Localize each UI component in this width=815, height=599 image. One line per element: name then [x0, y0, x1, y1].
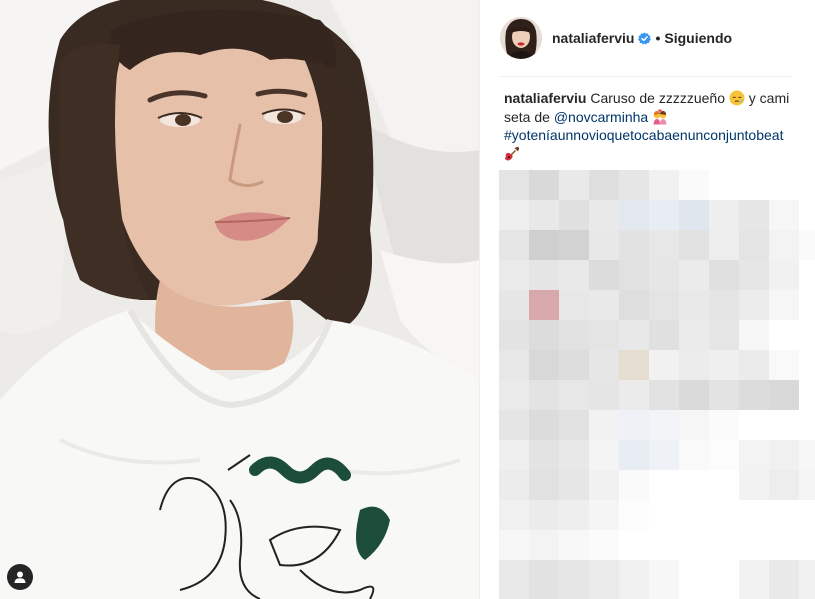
- avatar[interactable]: [500, 17, 542, 59]
- caption-hashtag-link[interactable]: #yoteníaunnovioquetocabaenunconjuntobeat: [504, 127, 783, 143]
- post-caption: nataliaferviu Caruso de zzzzzueño y cami…: [504, 89, 794, 163]
- author-username[interactable]: nataliaferviu: [552, 30, 634, 46]
- user-silhouette-icon: [14, 571, 26, 583]
- guitar-emoji: [505, 146, 520, 160]
- kissing-couple-emoji: [653, 109, 667, 124]
- header-separator: •: [655, 30, 661, 46]
- caption-mention-link[interactable]: @novcarminha: [554, 109, 648, 125]
- post-photo[interactable]: [0, 0, 479, 599]
- post-side-panel: nataliaferviu • Siguiendo nataliaferviu …: [479, 0, 815, 599]
- post-header: nataliaferviu • Siguiendo: [500, 16, 791, 60]
- pixelated-comments: [499, 170, 815, 599]
- following-button[interactable]: Siguiendo: [664, 30, 732, 46]
- caption-text-1: Caruso de zzzzzueño: [586, 90, 729, 106]
- user-tag-icon[interactable]: [7, 564, 33, 590]
- sleepy-face-emoji: [729, 90, 745, 106]
- pixelated-comments-mosaic: [499, 170, 815, 599]
- header-divider: [500, 76, 791, 77]
- instagram-post: nataliaferviu • Siguiendo nataliaferviu …: [0, 0, 815, 599]
- caption-username[interactable]: nataliaferviu: [504, 90, 586, 106]
- selfie-illustration: [0, 0, 479, 599]
- avatar-image: [500, 17, 542, 59]
- verified-badge-icon: [638, 31, 652, 45]
